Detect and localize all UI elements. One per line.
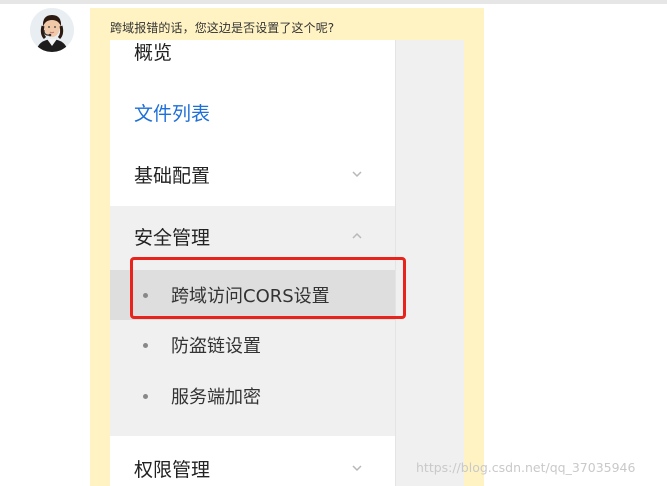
- menu-item-label: 安全管理: [134, 226, 211, 249]
- menu-item-label: 权限管理: [134, 458, 211, 481]
- chevron-down-icon: [352, 171, 362, 178]
- security-group: 安全管理 跨域访问CORS设置 防盗链设置 服务端加密: [110, 206, 395, 436]
- submenu-item-label: 防盗链设置: [171, 336, 261, 357]
- menu-item-file-list[interactable]: 文件列表: [110, 87, 395, 137]
- menu-item-label: 文件列表: [134, 102, 211, 125]
- bullet-icon: [143, 393, 148, 399]
- chat-message: 跨域报错的话，您这边是否设置了这个呢?: [110, 21, 335, 35]
- menu-item-label: 基础配置: [134, 164, 211, 187]
- submenu-item-encryption[interactable]: 服务端加密: [110, 371, 395, 421]
- menu-item-permission[interactable]: 权限管理: [110, 443, 395, 486]
- watermark: https://blog.csdn.net/qq_37035946: [416, 460, 636, 475]
- menu-item-security[interactable]: 安全管理: [110, 211, 395, 261]
- menu-item-overview[interactable]: 概览: [110, 40, 395, 76]
- support-agent-icon: [30, 8, 74, 52]
- submenu-item-label: 服务端加密: [171, 387, 261, 408]
- menu-item-label: 概览: [134, 41, 173, 64]
- chevron-down-icon: [352, 465, 362, 472]
- bullet-icon: [143, 342, 148, 348]
- chevron-up-icon: [352, 232, 362, 239]
- top-divider: [0, 0, 667, 4]
- menu-item-basic-config[interactable]: 基础配置: [110, 149, 395, 199]
- avatar: [30, 8, 74, 52]
- red-highlight-box: [130, 257, 406, 319]
- submenu-item-hotlink[interactable]: 防盗链设置: [110, 320, 395, 370]
